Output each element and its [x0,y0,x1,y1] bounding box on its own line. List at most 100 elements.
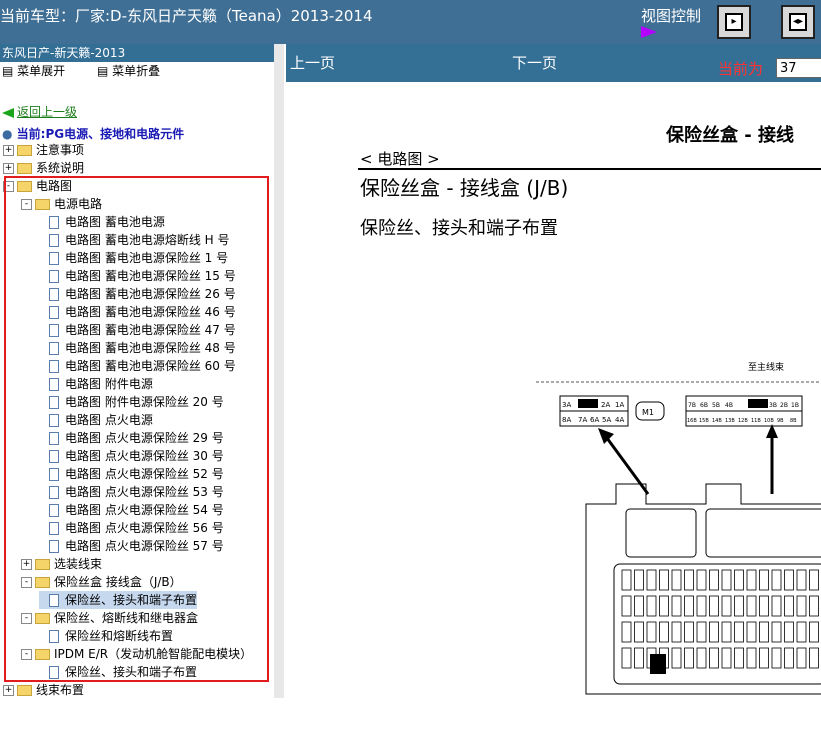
fuse-slot [671,621,682,643]
menu-expand-button[interactable]: ▤ 菜单展开 [2,64,79,78]
pointer-arrow [602,433,650,495]
back-link[interactable]: 返回上一级 [2,103,77,120]
current-location-label: 当前:PG电源、接地和电路元件 [16,127,185,141]
tree-item-label: 线束布置 [36,683,85,697]
pin-label: 6A [590,416,599,424]
pin-label: 4B [725,402,733,409]
fuse-slot [684,621,694,643]
connector-m1-label: M1 [642,408,654,417]
document-subheading: 保险丝、接头和端子布置 [360,218,558,239]
fuse-slot [659,595,669,617]
view-control-label: 视图控制 [641,7,702,25]
fuse-slot [671,647,682,669]
expand-icon[interactable]: + [3,145,14,156]
current-location: ● 当前:PG电源、接地和电路元件 [2,125,184,142]
fuse-slot [696,647,707,669]
fuse-slot [784,621,794,643]
vehicle-title: 当前车型：厂家:D-东风日产天籁（Teana）2013-2014 [0,7,373,25]
fuse-slot [659,621,669,643]
fuse-slot [696,595,707,617]
fuse-slot [634,595,644,617]
fuse-slot [709,621,719,643]
fuse-slot [771,569,782,591]
fuse-slot [696,569,707,591]
fuse-slot [646,569,657,591]
fuse-slot [784,595,794,617]
back-arrow-icon [2,107,14,118]
tree-item-label: 注意事项 [36,143,85,157]
fuse-slot [746,647,757,669]
document-section: < 电路图 > [360,150,440,168]
fuse-slot [759,647,769,669]
diagram-top-label: 至主线束 [748,361,784,373]
pin-label: 5A [602,416,611,424]
connector-left: 3A 2A 1A 8A 7A 6A 5A 4A [559,395,629,427]
fuse-slot [796,595,807,617]
pin-label: 7B [688,402,696,409]
fuse-slot [709,647,719,669]
title-bar: 当前车型：厂家:D-东风日产天籁（Teana）2013-2014 视图控制 ▸ … [0,0,821,44]
fuse-slot [809,569,819,591]
fuse-slot [721,595,732,617]
arrow-right-icon: ▸ [725,13,743,31]
fuse-slot [684,569,694,591]
expand-icon[interactable]: + [3,685,14,696]
split-view-button[interactable]: ◂▸ [781,5,815,39]
expand-view-button[interactable]: ▸ [717,5,751,39]
fuse-slot [796,647,807,669]
fuse-slot [759,569,769,591]
fuse-slots [621,569,819,669]
fuse-slot [621,595,632,617]
viewer-toolbar: 上一页 下一页 当前为 37 [286,44,821,82]
folder-icon [17,163,32,174]
fuse-slot [771,647,782,669]
fuse-slot [746,569,757,591]
menu-controls: ▤ 菜单展开 ▤ 菜单折叠 [0,62,274,80]
tree-folder[interactable]: + 线束布置 [3,681,84,699]
fuse-slot [796,569,807,591]
pin-label: 2B [780,402,788,409]
menu-expand-label: 菜单展开 [17,64,66,78]
fuse-slot [809,621,819,643]
pin-label: 15B [699,418,709,424]
fuse-box-diagram: 至主线束 3A 2A 1A 8A 7A 6A 5A 4A M1 7B 6B 5B… [536,361,821,695]
fuse-slot [634,621,644,643]
tree-folder[interactable]: + 系统说明 [3,159,84,177]
pin-label: 1B [791,402,799,409]
menu-collapse-button[interactable]: ▤ 菜单折叠 [97,64,174,78]
tree-item-label: 系统说明 [36,161,85,175]
pin-label: 8A [562,416,571,424]
fuse-slot [784,647,794,669]
fuse-filled [650,654,666,674]
sidebar-heading: 东风日产-新天籁-2013 [0,44,274,62]
viewer: 上一页 下一页 当前为 37 保险丝盒 - 接线 < 电路图 > 保险丝盒 - … [286,44,821,698]
fuse-slot [709,569,719,591]
fuse-slot [746,595,757,617]
fuse-slot [771,595,782,617]
fuse-slot [696,621,707,643]
fuse-slot [684,595,694,617]
back-link-label: 返回上一级 [17,105,78,119]
pin-label: 1A [615,401,624,409]
document-page-title: 保险丝盒 - 接线 [666,125,795,146]
tree-folder[interactable]: + 注意事项 [3,141,84,159]
fuse-slot [646,595,657,617]
page-number-input[interactable]: 37 [776,58,821,78]
prev-page-button[interactable]: 上一页 [290,52,335,73]
menu-collapse-label: 菜单折叠 [112,64,161,78]
fuse-slot [734,647,744,669]
fuse-slot [684,647,694,669]
expand-icon[interactable]: + [3,163,14,174]
pin-label: 8B [790,418,797,424]
fuse-slot [709,595,719,617]
fuse-slot [734,569,744,591]
pin-label: 3B [769,402,777,409]
fuse-slot [621,621,632,643]
fuse-slot [759,621,769,643]
panel-splitter[interactable] [274,44,284,698]
fuse-slot [809,595,819,617]
fuse-slot [634,569,644,591]
fuse-slot [759,595,769,617]
folder-icon [17,145,32,156]
next-page-button[interactable]: 下一页 [512,52,557,73]
